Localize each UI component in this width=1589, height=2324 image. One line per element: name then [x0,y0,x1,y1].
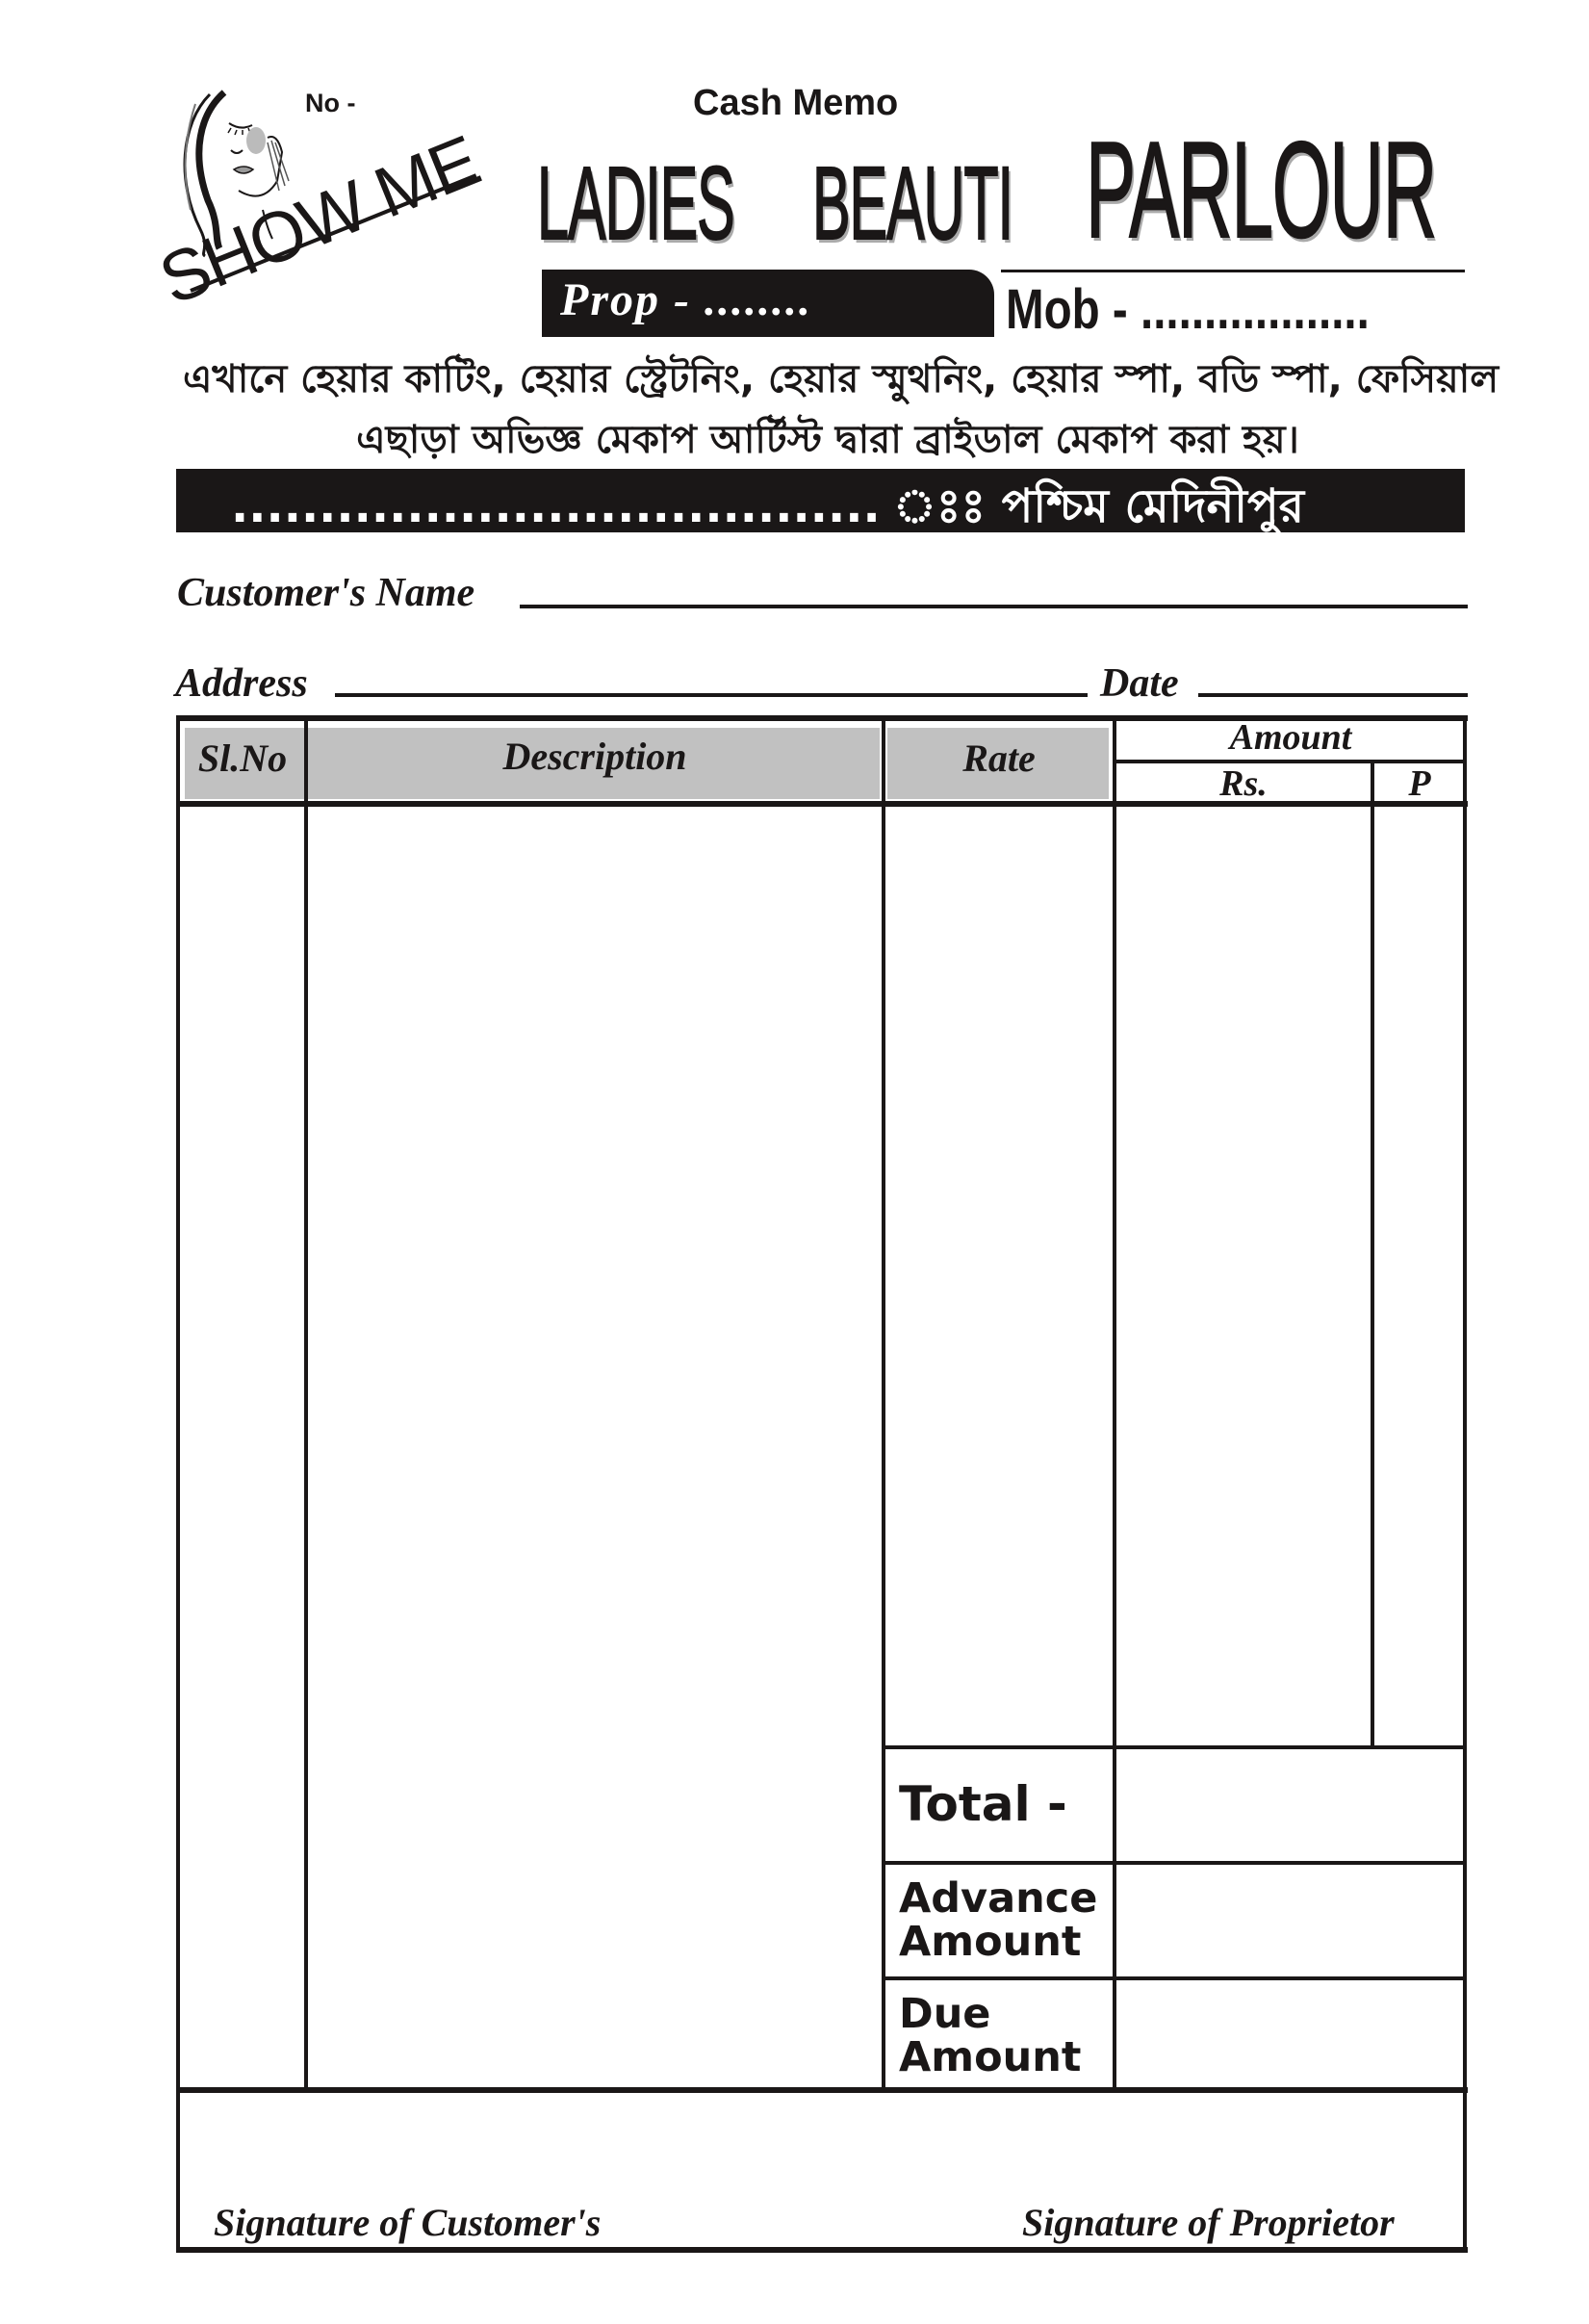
shop-title-word-beauti: BEAUTI [811,143,1013,262]
proprietor-signature-label: Signature of Proprietor [1022,2201,1395,2244]
table-bottom-border [176,2247,1468,2253]
table-right-border [1463,715,1467,2253]
signature-top-line [176,2087,1468,2093]
shop-title-word-ladies: LADIES [536,143,735,262]
proprietor-label: Prop - ........ [560,274,812,325]
document-type-title: Cash Memo [693,83,899,123]
col-header-rupees: Rs. [1219,763,1268,804]
date-label: Date [1100,661,1179,706]
col-header-amount: Amount [1229,717,1352,758]
slno-column-cells[interactable] [180,807,304,2087]
date-field[interactable] [1198,693,1468,697]
paise-column-cells[interactable] [1374,807,1463,1745]
services-line-1: এখানে হেয়ার কাটিং, হেয়ার স্ট্রেটনিং, হ… [183,357,1499,401]
customer-name-field[interactable] [520,605,1468,608]
col-header-description: Description [502,735,687,778]
mobile-label: Mob - .................. [1006,278,1370,341]
shop-title-word-parlour: PARLOUR [1085,113,1437,268]
rupees-column-cells[interactable] [1116,807,1371,1745]
customer-name-label: Customer's Name [177,571,475,615]
total-value-field[interactable] [1116,1749,1463,1861]
advance-amount-label: Advance Amount [899,1874,1098,1967]
col-header-paise: P [1408,763,1431,804]
customer-signature-label: Signature of Customer's [214,2201,602,2244]
rate-column-cells[interactable] [885,807,1113,1745]
due-amount-label: Due Amount [899,1990,1082,2082]
col-header-slno: Sl.No [197,736,288,780]
mobile-rule [1001,270,1465,272]
col-header-rate: Rate [962,736,1036,780]
memo-number-label: No - [305,89,356,117]
address-field[interactable] [335,693,1088,697]
advance-amount-field[interactable] [1116,1865,1463,1976]
description-column-cells[interactable] [308,807,882,2087]
total-label: Total - [899,1776,1067,1832]
due-amount-field[interactable] [1116,1980,1463,2087]
address-label: Address [175,661,308,706]
services-line-2: এছাড়া অভিজ্ঞ মেকাপ আর্টিস্ট দ্বারা ব্রা… [356,418,1299,462]
location-text: ..................................... ঃঃ… [231,479,1305,533]
